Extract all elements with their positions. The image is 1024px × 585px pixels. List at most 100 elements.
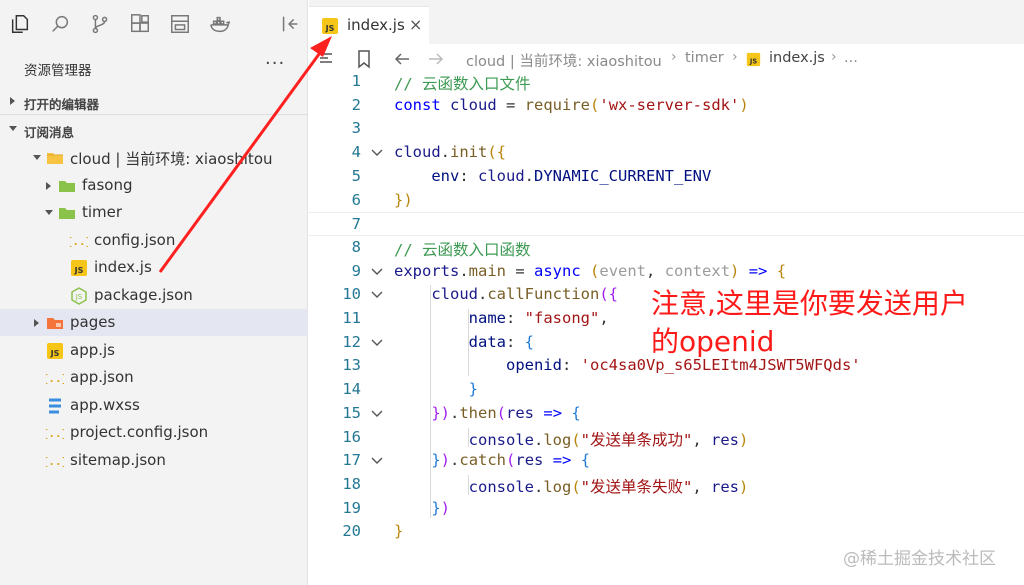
tree-item-label: app.js bbox=[70, 340, 115, 359]
indent-guide bbox=[468, 309, 469, 377]
line-number: 5 bbox=[351, 166, 361, 185]
line-number: 14 bbox=[342, 380, 361, 399]
code-line[interactable]: 3 bbox=[309, 117, 1024, 141]
code-line[interactable]: 5 env: cloud.DYNAMIC_CURRENT_ENV bbox=[309, 165, 1024, 189]
code-line[interactable]: 19 }) bbox=[309, 497, 1024, 521]
docker-icon[interactable] bbox=[208, 12, 232, 36]
line-number: 20 bbox=[342, 522, 361, 541]
section-workspace[interactable]: 订阅消息 bbox=[0, 117, 308, 143]
code-line[interactable]: 20} bbox=[309, 520, 1024, 544]
watermark: @稀土掘金技术社区 bbox=[843, 549, 996, 569]
extensions-icon[interactable] bbox=[128, 12, 152, 36]
breadcrumb-item-cloud[interactable]: cloud | 当前环境: xiaoshitou bbox=[466, 50, 662, 71]
tab-index-js[interactable]: JS index.js × bbox=[309, 6, 429, 44]
tree-item-label: package.json bbox=[94, 285, 193, 304]
line-number: 2 bbox=[351, 95, 361, 114]
code-text: }) bbox=[431, 498, 451, 517]
code-line[interactable]: 15 }).then(res => { bbox=[309, 402, 1024, 426]
code-text: env: cloud.DYNAMIC_CURRENT_ENV bbox=[431, 166, 712, 185]
back-arrow-icon[interactable] bbox=[393, 51, 411, 67]
tree-item[interactable]: {..} app.json bbox=[0, 364, 308, 391]
svg-text:{..}: {..} bbox=[70, 235, 88, 248]
fold-chevron-icon[interactable] bbox=[371, 456, 383, 466]
tree-item[interactable]: cloud | 当前环境: xiaoshitou bbox=[0, 144, 308, 171]
tree-item[interactable]: JS index.js bbox=[0, 254, 308, 281]
list-icon[interactable] bbox=[318, 51, 334, 67]
tree-item[interactable]: timer bbox=[0, 199, 308, 226]
svg-text:{..}: {..} bbox=[46, 455, 64, 468]
search-icon[interactable] bbox=[48, 12, 72, 36]
line-number: 13 bbox=[342, 356, 361, 375]
chevron-right-icon: › bbox=[831, 49, 837, 65]
code-text: }).catch(res => { bbox=[431, 451, 591, 470]
tree-item[interactable]: {..} sitemap.json bbox=[0, 447, 308, 474]
section-open-editors[interactable]: 打开的编辑器 bbox=[0, 89, 308, 115]
json-file-icon: {..} bbox=[42, 369, 69, 387]
tree-item[interactable]: fasong bbox=[0, 172, 308, 199]
fold-chevron-icon[interactable] bbox=[371, 148, 383, 158]
forward-arrow-icon[interactable] bbox=[427, 51, 445, 67]
code-line[interactable]: 1 // 云函数入口文件 bbox=[309, 70, 1024, 94]
tree-item-label: app.json bbox=[70, 368, 134, 386]
tree-item-label: pages bbox=[70, 313, 116, 331]
annotation-line-1: 注意,这里是你要发送用户 bbox=[651, 287, 968, 320]
nodejs-file-icon: JS bbox=[70, 286, 88, 305]
code-line[interactable]: 14 } bbox=[309, 378, 1024, 402]
fold-chevron-icon[interactable] bbox=[371, 290, 383, 300]
code-line[interactable]: 17 }).catch(res => { bbox=[309, 449, 1024, 473]
fold-chevron-icon[interactable] bbox=[371, 338, 383, 348]
tree-item[interactable]: {..} project.config.json bbox=[0, 419, 308, 446]
js-file-icon: JS bbox=[70, 259, 88, 277]
close-icon[interactable]: × bbox=[409, 15, 422, 34]
explorer-header: 资源管理器 ··· bbox=[0, 50, 308, 84]
code-text: name: "fasong", bbox=[468, 309, 609, 327]
chevron-right-icon: › bbox=[671, 49, 677, 65]
line-number: 7 bbox=[351, 215, 361, 234]
bookmark-icon[interactable] bbox=[356, 49, 372, 69]
code-line[interactable]: 2 const cloud = require('wx-server-sdk') bbox=[309, 94, 1024, 118]
code-line[interactable]: 6}) bbox=[309, 189, 1024, 213]
code-line[interactable]: 16 console.log("发送单条成功", res) bbox=[309, 426, 1024, 450]
code-line[interactable]: 9 exports.main = async (event, context) =… bbox=[309, 260, 1024, 284]
code-line[interactable]: 4 cloud.init({ bbox=[309, 141, 1024, 165]
line-number: 12 bbox=[342, 332, 361, 351]
annotation-line-2: 的openid bbox=[651, 325, 775, 358]
line-number: 6 bbox=[351, 190, 361, 209]
json-file-icon: {..} bbox=[42, 452, 69, 470]
line-number: 3 bbox=[351, 119, 361, 138]
breadcrumb-item-timer[interactable]: timer bbox=[685, 50, 724, 66]
tree-item[interactable]: JS package.json bbox=[0, 282, 308, 309]
window-icon[interactable] bbox=[168, 12, 192, 36]
code-text: data: { bbox=[468, 332, 534, 351]
breadcrumb-item-more[interactable]: ... bbox=[844, 50, 858, 66]
folder-icon bbox=[58, 177, 76, 195]
tree-item-label: sitemap.json bbox=[70, 450, 166, 469]
code-text: // 云函数入口文件 bbox=[394, 75, 531, 93]
code-line[interactable]: 18 console.log("发送单条失败", res) bbox=[309, 473, 1024, 497]
tree-item-label: cloud | 当前环境: xiaoshitou bbox=[70, 150, 273, 168]
files-icon[interactable] bbox=[8, 12, 32, 36]
code-line[interactable]: 7 bbox=[309, 212, 1024, 237]
svg-text:JS: JS bbox=[75, 293, 83, 301]
section-workspace-label: 订阅消息 bbox=[24, 125, 75, 140]
fold-chevron-icon[interactable] bbox=[371, 409, 383, 419]
collapse-panel-icon[interactable] bbox=[278, 12, 302, 36]
source-control-icon[interactable] bbox=[88, 12, 112, 36]
svg-text:JS: JS bbox=[50, 349, 60, 358]
json-file-icon: {..} bbox=[42, 424, 69, 442]
tree-item[interactable]: {..} config.json bbox=[0, 227, 308, 254]
svg-text:JS: JS bbox=[325, 24, 335, 33]
activity-bar bbox=[0, 0, 308, 46]
breadcrumb-item-index-js[interactable]: index.js bbox=[769, 50, 825, 66]
tree-item[interactable]: JS app.js bbox=[0, 337, 308, 364]
code-text: // 云函数入口函数 bbox=[394, 240, 531, 259]
svg-text:{..}: {..} bbox=[46, 427, 64, 440]
code-line[interactable]: 8 // 云函数入口函数 bbox=[309, 236, 1024, 260]
fold-chevron-icon[interactable] bbox=[371, 267, 383, 277]
line-number: 4 bbox=[351, 143, 361, 162]
more-actions-icon[interactable]: ··· bbox=[265, 53, 285, 74]
line-number: 8 bbox=[351, 237, 361, 256]
code-text: console.log("发送单条失败", res) bbox=[468, 477, 749, 496]
tree-item[interactable]: pages bbox=[0, 309, 308, 336]
tree-item[interactable]: app.wxss bbox=[0, 392, 308, 419]
